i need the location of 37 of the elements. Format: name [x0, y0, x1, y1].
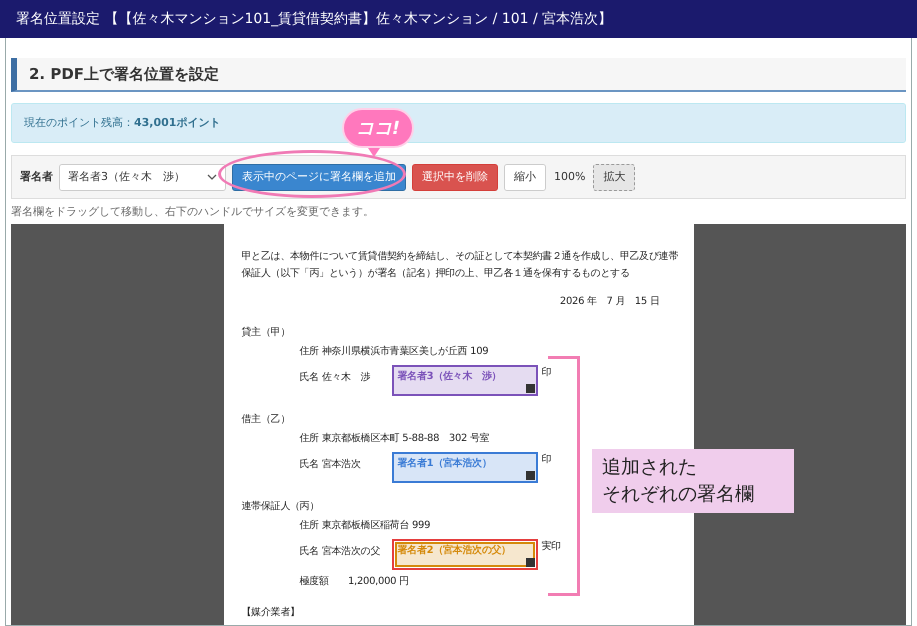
caret-icon[interactable]: [207, 174, 217, 180]
zoom-level-text: 100%: [553, 168, 586, 185]
name-line: 氏名 宮本浩次: [300, 458, 362, 472]
contract-date: 2026 年 7 月 15 日: [558, 295, 660, 309]
signer-select[interactable]: 署名者3（佐々木 渉）: [59, 164, 226, 190]
section-heading: 2. PDF上で署名位置を設定: [11, 58, 906, 92]
seal-label: 印: [542, 452, 552, 467]
contract-detail: 極度額 1,200,000 円: [300, 574, 409, 589]
party-heading: 連帯保証人（丙）: [242, 500, 320, 514]
signature-field[interactable]: 署名者1（宮本浩次）: [392, 452, 538, 483]
callout-tail: [368, 148, 380, 157]
zoom-out-button[interactable]: 縮小: [504, 164, 546, 190]
party-heading: 貸主（甲）: [242, 326, 290, 340]
delete-selected-button[interactable]: 選択中を削除: [412, 164, 498, 190]
contract-detail: 住所 東京都板橋区本町 5-88-88 302 号室: [300, 432, 490, 446]
party-heading: 借主（乙）: [242, 412, 290, 427]
seal-label: 印: [542, 366, 552, 380]
add-signature-field-button[interactable]: 表示中のページに署名欄を追加: [232, 164, 406, 190]
annotation-note-line: 追加された: [602, 455, 698, 480]
signature-field[interactable]: 署名者2（宮本浩次の父）: [392, 539, 538, 570]
zoom-in-button[interactable]: 拡大: [593, 164, 636, 190]
signer-label: 署名者: [20, 168, 53, 185]
resize-handle-icon[interactable]: [526, 558, 534, 567]
contract-detail: 住所 東京都板橋区稲荷台 999: [300, 518, 430, 533]
name-line: 氏名 佐々木 渉: [300, 370, 372, 385]
signature-field[interactable]: 署名者3（佐々木 渉）: [392, 365, 538, 396]
contract-detail: 住所 神奈川県横浜市青葉区美しが丘西 109: [300, 344, 488, 359]
callout-bubble: ココ!: [342, 108, 414, 148]
resize-handle-icon[interactable]: [526, 384, 534, 393]
seal-label: 実印: [542, 540, 561, 554]
name-line: 氏名 宮本浩次の父: [300, 544, 381, 559]
hint-text: 署名欄をドラッグして移動し、右下のハンドルでサイズを変更できます。: [11, 204, 375, 220]
contract-paragraph: 甲と乙は、本物件について賃貸借契約を締結し、その証として本契約書２通を作成し、甲乙及び連帯保証人（以下「丙」という）が署名（記名）押印の上、甲乙各１通を保有するものとする: [242, 250, 680, 281]
party-heading: 【媒介業者】: [242, 606, 300, 620]
window-title: 署名位置設定 【【佐々木マンション101_賃貸借契約書】佐々木マンション / 101 / 宮本浩次】: [0, 0, 917, 38]
annotation-note-line: それぞれの署名欄: [602, 482, 755, 507]
resize-handle-icon[interactable]: [526, 471, 534, 480]
